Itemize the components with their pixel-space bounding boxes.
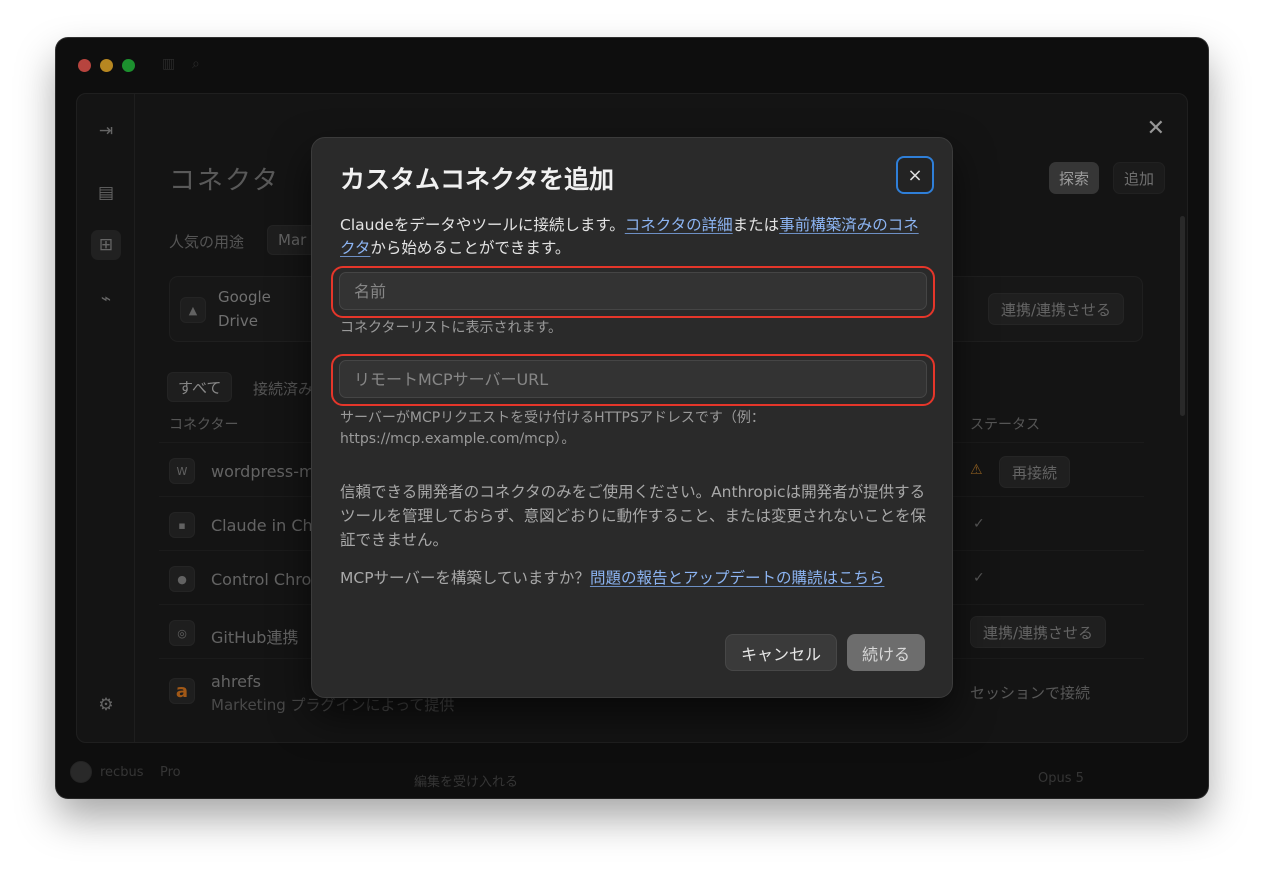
desc-suffix: から始めることができます。 <box>370 239 571 257</box>
desc-mid: または <box>732 216 780 234</box>
connector-details-link[interactable]: コネクタの詳細 <box>625 216 733 234</box>
desc-prefix: Claudeをデータやツールに接続します。 <box>340 216 625 234</box>
dialog-title: カスタムコネクタを追加 <box>340 165 615 194</box>
server-url-input[interactable] <box>339 360 927 398</box>
url-field-highlight <box>331 354 935 406</box>
continue-button[interactable]: 続ける <box>847 634 925 671</box>
name-input[interactable] <box>339 272 927 310</box>
trust-warning: 信頼できる開発者のコネクタのみをご使用ください。Anthropicは開発者が提供… <box>340 483 927 549</box>
dialog-close-button[interactable]: × <box>896 156 934 194</box>
dialog-description: Claudeをデータやツールに接続します。コネクタの詳細または事前構築済みのコネ… <box>340 214 930 260</box>
name-hint: コネクターリストに表示されます。 <box>340 320 563 336</box>
add-custom-connector-dialog: カスタムコネクタを追加 × Claudeをデータやツールに接続します。コネクタの… <box>311 137 953 698</box>
report-issues-link[interactable]: 問題の報告とアップデートの購読はこちら <box>590 569 885 587</box>
mcp-question: MCPサーバーを構築していますか？問題の報告とアップデートの購読はこちら <box>340 566 930 590</box>
url-hint: サーバーがMCPリクエストを受け付けるHTTPSアドレスです（例：https:/… <box>340 410 765 447</box>
close-icon: × <box>907 164 923 186</box>
name-field-highlight <box>331 266 935 318</box>
mcp-question-text: MCPサーバーを構築していますか？ <box>340 569 590 587</box>
cancel-button[interactable]: キャンセル <box>725 634 837 671</box>
